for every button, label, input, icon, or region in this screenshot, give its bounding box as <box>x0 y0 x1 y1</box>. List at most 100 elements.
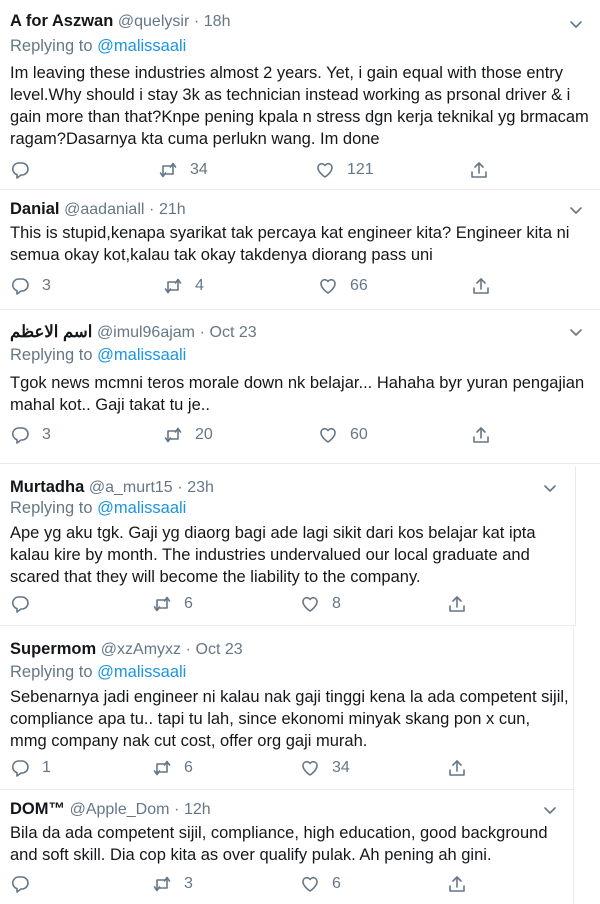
replying-to-label: Replying to <box>10 346 93 364</box>
reply-button[interactable] <box>10 874 42 894</box>
share-icon <box>471 162 487 178</box>
timestamp[interactable]: 12h <box>184 801 211 818</box>
timestamp[interactable]: Oct 23 <box>210 324 257 341</box>
share-button[interactable] <box>471 425 491 445</box>
tweet-header: Danial @aadaniall · 21h <box>10 200 186 219</box>
tweet-header: A for Aszwan @quelysir · 18h <box>10 12 230 31</box>
share-button[interactable] <box>447 594 467 614</box>
reply-count: 3 <box>42 426 51 443</box>
heart-icon <box>320 278 336 294</box>
user-handle[interactable]: @aadaniall <box>64 201 144 218</box>
retweet-button[interactable]: 34 <box>158 160 208 180</box>
tweet-text: Ape yg aku tgk. Gaji yg diaorg bagi ade … <box>10 524 536 586</box>
share-button[interactable] <box>447 758 467 778</box>
dot-separator: · <box>149 201 155 218</box>
display-name[interactable]: A for Aszwan <box>10 12 113 30</box>
chevron-down-icon[interactable] <box>566 14 586 34</box>
timestamp[interactable]: Oct 23 <box>196 641 243 658</box>
like-count: 34 <box>332 759 350 776</box>
reply-button[interactable]: 3 <box>10 425 51 445</box>
reply-button[interactable] <box>10 160 42 180</box>
share-icon <box>473 278 489 294</box>
like-count: 60 <box>350 426 368 443</box>
chevron-down-icon[interactable] <box>566 322 586 342</box>
tweet-text: Tgok news mcmni teros morale down nk bel… <box>10 374 585 414</box>
like-count: 8 <box>332 595 341 612</box>
like-count: 121 <box>347 161 374 178</box>
dot-separator: · <box>199 324 205 341</box>
tweet-text: Bila da ada competent sijil, compliance,… <box>10 824 548 864</box>
display-name[interactable]: اسم الاعظم <box>10 323 92 341</box>
timestamp[interactable]: 18h <box>204 13 231 30</box>
retweet-count: 34 <box>190 161 208 178</box>
tweet-card[interactable]: DOM™ @Apple_Dom · 12h Bila da ada compet… <box>0 790 574 904</box>
timestamp[interactable]: 23h <box>187 479 214 496</box>
retweet-button[interactable]: 20 <box>163 425 213 445</box>
tweet-card[interactable]: Supermom @xzAmyxz · Oct 23 Replying to @… <box>0 628 574 790</box>
retweet-button[interactable]: 6 <box>152 758 193 778</box>
share-button[interactable] <box>471 276 491 296</box>
retweet-count: 6 <box>184 759 193 776</box>
chevron-down-icon[interactable] <box>540 478 560 498</box>
tweet-header: Supermom @xzAmyxz · Oct 23 <box>10 640 243 659</box>
replying-to-link[interactable]: @malissaali <box>97 663 186 681</box>
like-button[interactable]: 121 <box>315 160 374 180</box>
retweet-button[interactable]: 6 <box>152 594 193 614</box>
heart-icon <box>302 876 318 892</box>
replying-to-link[interactable]: @malissaali <box>97 37 186 55</box>
chevron-down-icon[interactable] <box>540 800 560 820</box>
share-icon <box>449 760 465 776</box>
like-button[interactable]: 60 <box>318 425 368 445</box>
reply-button[interactable] <box>10 594 42 614</box>
like-button[interactable]: 6 <box>300 874 341 894</box>
user-handle[interactable]: @a_murt15 <box>89 479 173 496</box>
tweet-card[interactable]: اسم الاعظم @imul96ajam · Oct 23 Replying… <box>0 310 600 464</box>
display-name[interactable]: Murtadha <box>10 478 84 496</box>
display-name[interactable]: Danial <box>10 200 60 218</box>
like-count: 66 <box>350 277 368 294</box>
tweet-text: Im leaving these industries almost 2 yea… <box>10 64 589 148</box>
chevron-down-icon[interactable] <box>566 200 586 220</box>
like-button[interactable]: 34 <box>300 758 350 778</box>
tweet-card[interactable]: A for Aszwan @quelysir · 18h Replying to… <box>0 0 600 190</box>
reply-button[interactable]: 3 <box>10 276 51 296</box>
tweet-text: Sebenarnya jadi engineer ni kalau nak ga… <box>10 688 569 750</box>
retweet-button[interactable]: 3 <box>152 874 193 894</box>
reply-icon <box>11 876 29 893</box>
replying-to-link[interactable]: @malissaali <box>97 499 186 517</box>
dot-separator: · <box>177 479 183 496</box>
retweet-icon <box>159 162 177 178</box>
like-button[interactable]: 8 <box>300 594 341 614</box>
user-handle[interactable]: @Apple_Dom <box>70 801 170 818</box>
tweet-card[interactable]: Murtadha @a_murt15 · 23h Replying to @ma… <box>0 466 576 626</box>
replying-to-label: Replying to <box>10 663 93 681</box>
reply-count: 1 <box>42 759 51 776</box>
tweet-text: This is stupid,kenapa syarikat tak perca… <box>10 224 570 264</box>
replying-to-link[interactable]: @malissaali <box>97 346 186 364</box>
reply-icon <box>11 596 29 613</box>
like-count: 6 <box>332 875 341 892</box>
replying-to-label: Replying to <box>10 499 93 517</box>
user-handle[interactable]: @quelysir <box>118 13 189 30</box>
tweet-header: Murtadha @a_murt15 · 23h <box>10 478 214 497</box>
share-button[interactable] <box>469 160 489 180</box>
display-name[interactable]: Supermom <box>10 640 96 658</box>
reply-button[interactable]: 1 <box>10 758 51 778</box>
user-handle[interactable]: @xzAmyxz <box>101 641 181 658</box>
heart-icon <box>302 760 318 776</box>
share-button[interactable] <box>447 874 467 894</box>
tweet-card[interactable]: Danial @aadaniall · 21h This is stupid,k… <box>0 190 600 310</box>
like-button[interactable]: 66 <box>318 276 368 296</box>
replying-to: Replying to @malissaali <box>10 663 186 682</box>
replying-to: Replying to @malissaali <box>10 346 186 365</box>
timestamp[interactable]: 21h <box>159 201 186 218</box>
tweet-header: DOM™ @Apple_Dom · 12h <box>10 800 211 819</box>
retweet-button[interactable]: 4 <box>163 276 204 296</box>
share-icon <box>449 596 465 612</box>
heart-icon <box>320 427 336 443</box>
display-name[interactable]: DOM™ <box>10 800 65 818</box>
retweet-icon <box>153 876 171 892</box>
user-handle[interactable]: @imul96ajam <box>97 324 195 341</box>
retweet-icon <box>164 278 182 294</box>
heart-icon <box>302 596 318 612</box>
